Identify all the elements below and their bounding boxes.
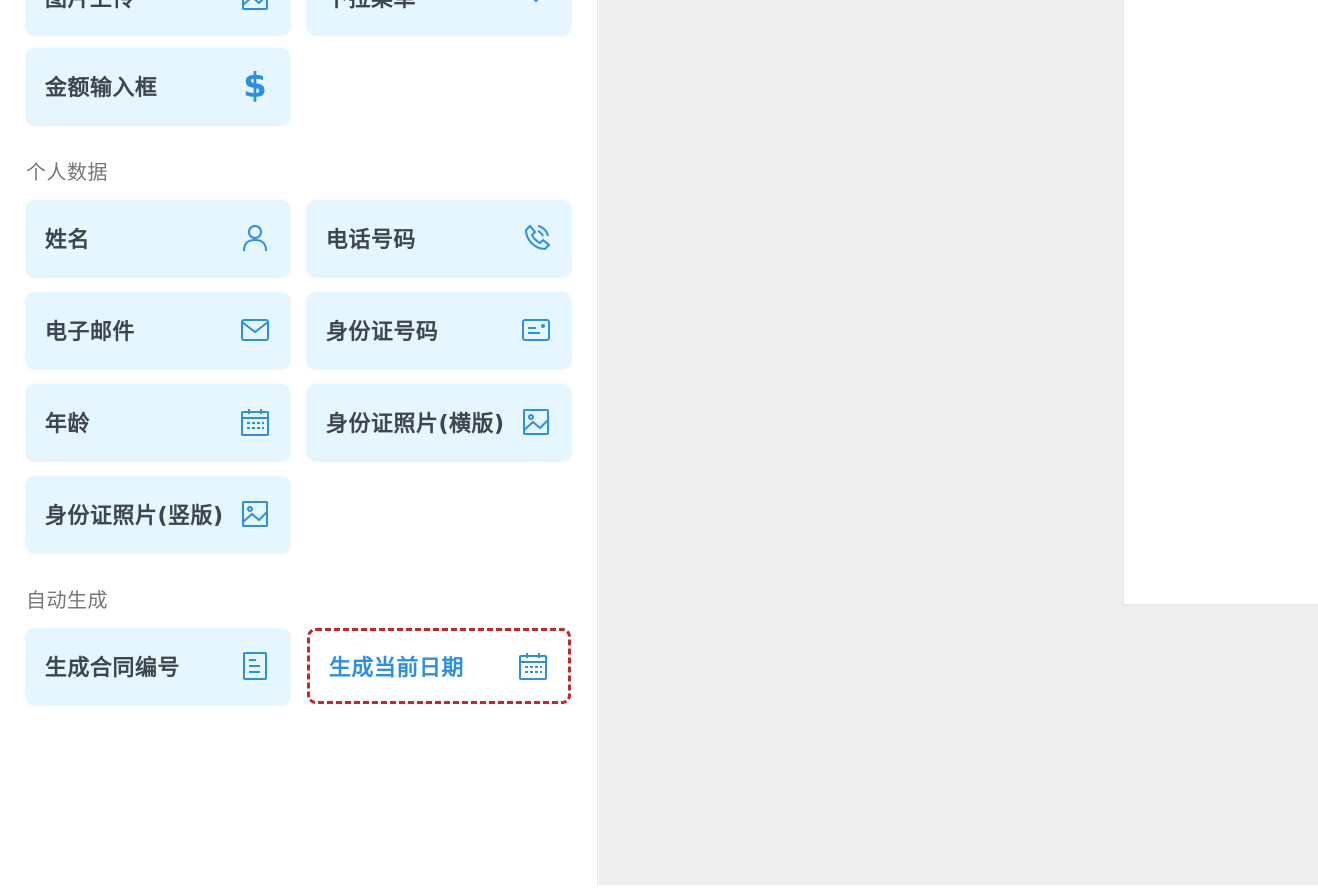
phone-icon [519,221,553,255]
phone-number-card[interactable]: 电话号码 [307,200,571,276]
card-label: 电子邮件 [45,320,136,345]
card-label: 电话号码 [326,228,417,253]
contract-number-card[interactable]: 生成合同编号 [26,628,290,704]
card-label: 下拉菜单 [326,0,416,13]
amount-input-card[interactable]: 金额输入框 $ [26,48,290,124]
section-title-auto: 自动生成 [26,588,108,612]
card-label: 身份证照片(竖版) [45,504,224,529]
section-title-personal: 个人数据 [26,160,108,184]
id-photo-landscape-card[interactable]: 身份证照片(横版) [307,384,571,460]
calendar-icon [516,649,550,683]
envelope-icon [238,313,272,347]
card-label: 生成合同编号 [45,656,181,681]
id-card-icon [519,313,553,347]
current-date-card[interactable]: 生成当前日期 [307,628,571,704]
dollar-icon: $ [243,66,267,106]
card-label: 身份证号码 [326,320,439,345]
image-icon [238,497,272,531]
chevron-down-icon [519,0,553,14]
image-icon [519,405,553,439]
image-upload-card[interactable]: 图片上传 [26,0,290,34]
card-label: 年龄 [45,412,91,437]
id-photo-portrait-card[interactable]: 身份证照片(竖版) [26,476,290,552]
image-icon [238,0,272,14]
age-card[interactable]: 年龄 [26,384,290,460]
document-icon [238,649,272,683]
id-number-card[interactable]: 身份证号码 [307,292,571,368]
name-card[interactable]: 姓名 [26,200,290,276]
card-label: 身份证照片(横版) [326,412,505,437]
dropdown-menu-card[interactable]: 下拉菜单 [307,0,571,34]
component-palette: 图片上传 下拉菜单 金额输入框 $ 个人数据 姓名 电话号码 电子邮件 身份证 [0,0,598,885]
card-label: 姓名 [45,228,91,253]
document-page[interactable] [1123,0,1318,605]
person-icon [238,221,272,255]
card-label: 金额输入框 [45,76,158,101]
calendar-icon [238,405,272,439]
card-label: 生成当前日期 [329,656,465,681]
email-card[interactable]: 电子邮件 [26,292,290,368]
card-label: 图片上传 [45,0,135,13]
